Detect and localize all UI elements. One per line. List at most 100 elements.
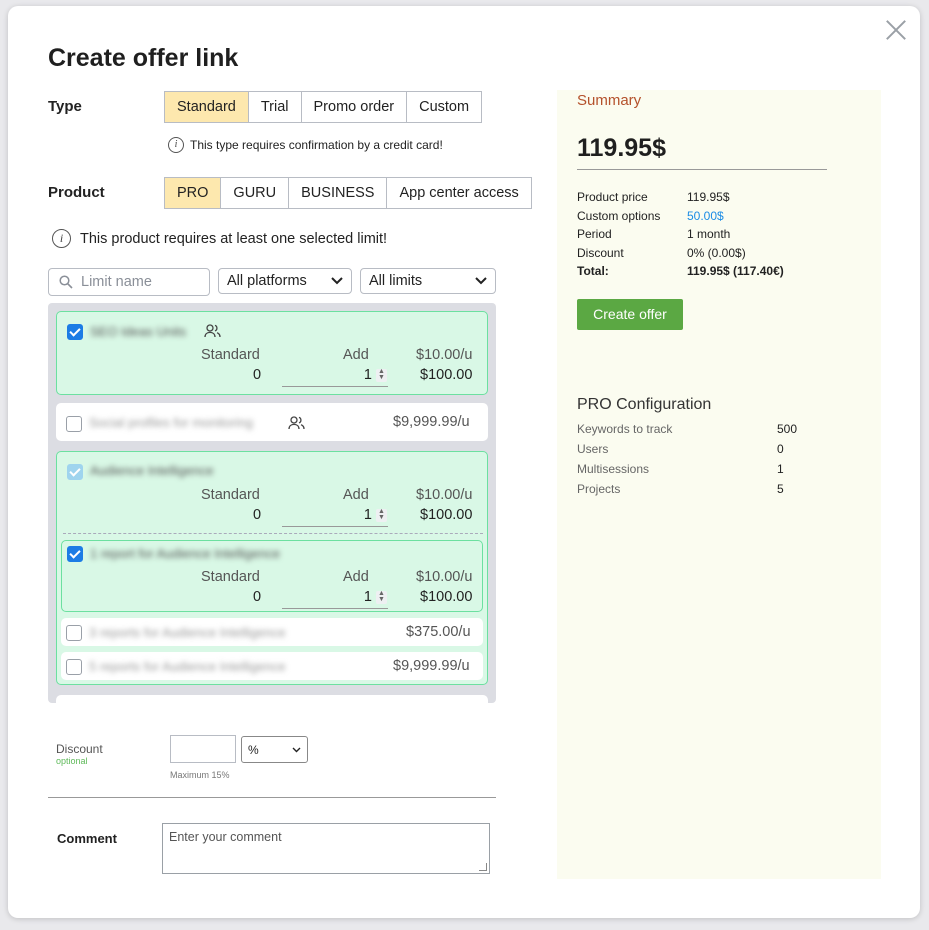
config-value: 0 — [777, 442, 784, 456]
config-key: Multisessions — [577, 462, 650, 476]
info-icon: i — [168, 137, 184, 153]
product-option-guru[interactable]: GURU — [220, 178, 288, 208]
unit-price: $375.00/u — [406, 624, 471, 640]
total-price: $100.00 — [420, 589, 473, 605]
unit-price: $10.00/u — [416, 487, 473, 503]
limit-checkbox[interactable] — [67, 464, 83, 480]
platforms-value: All platforms — [227, 273, 307, 289]
standard-value: 0 — [253, 589, 262, 605]
discount-input[interactable] — [170, 735, 236, 763]
list-item: 5 reports for Audience Intelligence $9,9… — [61, 652, 483, 680]
stepper-icon[interactable]: ▲ ▼ — [376, 590, 387, 604]
stepper-icon[interactable]: ▲ ▼ — [376, 368, 387, 382]
add-header: Add — [343, 569, 369, 585]
discount-unit-select[interactable]: % — [241, 736, 308, 763]
type-note: i This type requires confirmation by a c… — [168, 137, 443, 153]
list-item: SEO Ideas Units Standard Add $10.00/u 0 … — [56, 311, 488, 395]
product-option-pro[interactable]: PRO — [165, 178, 221, 208]
standard-header: Standard — [201, 347, 260, 363]
discount-label: Discount — [56, 742, 103, 756]
type-option-custom[interactable]: Custom — [406, 92, 481, 122]
limit-name: Social profiles for monitoring — [89, 415, 254, 430]
limits-select[interactable]: All limits — [360, 268, 496, 294]
list-item — [56, 695, 488, 703]
limit-checkbox[interactable] — [67, 324, 83, 340]
unit-price: $10.00/u — [416, 569, 473, 585]
summary-value: 119.95$ (117.40€) — [687, 264, 784, 278]
limit-name: 1 report for Audience Intelligence — [90, 546, 281, 561]
search-icon — [59, 275, 73, 289]
chevron-down-icon — [331, 277, 343, 285]
add-quantity-input[interactable]: 1 ▲ ▼ — [282, 506, 388, 527]
limit-name: 5 reports for Audience Intelligence — [89, 659, 286, 674]
comment-textarea[interactable]: Enter your comment — [162, 823, 490, 874]
add-quantity-input[interactable]: 1 ▲ ▼ — [282, 366, 388, 387]
limits-list: SEO Ideas Units Standard Add $10.00/u 0 … — [48, 303, 496, 703]
list-item-group: Audience Intelligence Standard Add $10.0… — [56, 451, 488, 685]
config-value: 1 — [777, 462, 784, 476]
add-quantity-value: 1 — [363, 367, 372, 383]
divider — [48, 797, 496, 798]
total-price: $100.00 — [420, 507, 473, 523]
discount-max-hint: Maximum 15% — [170, 770, 230, 780]
add-quantity-value: 1 — [363, 589, 372, 605]
standard-header: Standard — [201, 569, 260, 585]
product-selector: PRO GURU BUSINESS App center access — [164, 177, 532, 209]
add-quantity-value: 1 — [363, 507, 372, 523]
divider — [577, 169, 827, 170]
summary-value: 1 month — [687, 227, 731, 241]
list-item: Social profiles for monitoring $9,999.99… — [56, 403, 488, 441]
stepper-icon[interactable]: ▲ ▼ — [376, 508, 387, 522]
config-title: PRO Configuration — [577, 396, 712, 413]
discount-unit-value: % — [248, 742, 259, 757]
standard-header: Standard — [201, 487, 260, 503]
summary-key: Period — [577, 227, 612, 241]
limit-search-input[interactable]: Limit name — [48, 268, 210, 296]
add-header: Add — [343, 347, 369, 363]
create-offer-button[interactable]: Create offer — [577, 299, 683, 330]
type-option-trial[interactable]: Trial — [247, 92, 301, 122]
standard-value: 0 — [253, 367, 262, 383]
summary-key: Discount — [577, 246, 624, 260]
type-option-promo-order[interactable]: Promo order — [300, 92, 407, 122]
summary-panel: Summary 119.95$ Product price 119.95$ Cu… — [557, 90, 881, 879]
product-option-business[interactable]: BUSINESS — [288, 178, 386, 208]
limit-name: 3 reports for Audience Intelligence — [89, 625, 286, 640]
unit-price: $9,999.99/u — [393, 658, 470, 674]
type-option-standard[interactable]: Standard — [165, 92, 248, 122]
discount-optional-label: optional — [56, 756, 88, 766]
search-placeholder: Limit name — [81, 274, 152, 290]
close-icon[interactable] — [884, 18, 908, 42]
divider — [63, 533, 483, 534]
resize-handle-icon[interactable] — [479, 863, 487, 871]
unit-price: $9,999.99/u — [393, 414, 470, 430]
add-quantity-input[interactable]: 1 ▲ ▼ — [282, 588, 388, 609]
product-note: i This product requires at least one sel… — [52, 229, 387, 248]
limit-checkbox[interactable] — [66, 659, 82, 675]
summary-price: 119.95$ — [577, 134, 666, 162]
config-value: 5 — [777, 482, 784, 496]
platforms-select[interactable]: All platforms — [218, 268, 352, 294]
limits-value: All limits — [369, 273, 423, 289]
config-key: Users — [577, 442, 609, 456]
type-note-text: This type requires confirmation by a cre… — [190, 138, 443, 152]
standard-value: 0 — [253, 507, 262, 523]
info-icon: i — [52, 229, 71, 248]
product-option-app-center[interactable]: App center access — [386, 178, 530, 208]
users-icon — [204, 324, 221, 338]
add-header: Add — [343, 487, 369, 503]
product-label: Product — [48, 184, 105, 201]
summary-key: Custom options — [577, 209, 661, 223]
summary-key: Product price — [577, 190, 648, 204]
config-key: Projects — [577, 482, 621, 496]
limit-checkbox[interactable] — [66, 625, 82, 641]
page-title: Create offer link — [48, 44, 239, 72]
chevron-down-icon — [292, 747, 301, 752]
users-icon — [288, 416, 305, 430]
limit-checkbox[interactable] — [67, 546, 83, 562]
type-selector: Standard Trial Promo order Custom — [164, 91, 483, 123]
type-label: Type — [48, 98, 82, 115]
limit-checkbox[interactable] — [66, 416, 82, 432]
custom-options-link[interactable]: 50.00$ — [687, 209, 724, 223]
limit-name: SEO Ideas Units — [90, 324, 187, 339]
